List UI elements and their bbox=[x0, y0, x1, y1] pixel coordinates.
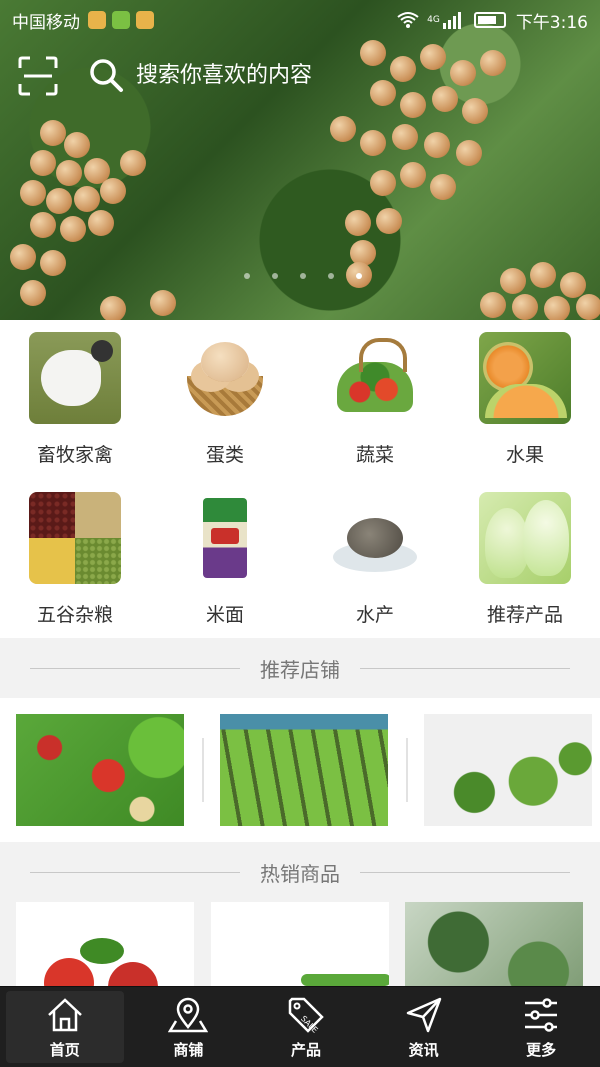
category-aquatic[interactable]: 水产 bbox=[300, 480, 450, 638]
store-card[interactable] bbox=[424, 714, 592, 826]
hero-banner[interactable] bbox=[0, 0, 600, 320]
carousel-dot[interactable] bbox=[300, 273, 306, 279]
carousel-dot[interactable] bbox=[356, 273, 362, 279]
section-header-hot: 热销商品 bbox=[0, 842, 600, 902]
category-label: 蛋类 bbox=[205, 444, 244, 466]
rice-image bbox=[179, 492, 271, 584]
carrier-name: 中国移动 bbox=[12, 12, 80, 33]
sale-tag-icon: SALE bbox=[288, 997, 324, 1034]
map-pin-icon bbox=[168, 997, 209, 1032]
search-bar[interactable] bbox=[88, 50, 558, 100]
fruit-image bbox=[479, 332, 571, 424]
notification-app-icon bbox=[88, 11, 106, 29]
category-recommended[interactable]: 推荐产品 bbox=[450, 480, 600, 638]
category-eggs[interactable]: 蛋类 bbox=[150, 320, 300, 480]
section-title: 推荐店铺 bbox=[260, 657, 340, 682]
tab-label: 更多 bbox=[526, 1040, 557, 1059]
clock: 下午3:16 bbox=[515, 12, 588, 33]
aquatic-image bbox=[329, 492, 421, 584]
send-icon bbox=[406, 997, 441, 1032]
bottom-tab-bar: 首页 商铺 SALE 产品 资讯 更多 bbox=[0, 986, 600, 1067]
category-grid: 畜牧家禽 蛋类 蔬菜 水果 五谷杂粮 米面 水产 推荐产品 bbox=[0, 320, 600, 638]
category-fruit[interactable]: 水果 bbox=[450, 320, 600, 480]
eggs-image bbox=[179, 332, 271, 424]
section-header-stores: 推荐店铺 bbox=[0, 638, 600, 698]
category-label: 畜牧家禽 bbox=[36, 444, 113, 466]
vegetables-image bbox=[329, 332, 421, 424]
hot-products bbox=[0, 902, 600, 986]
product-card[interactable] bbox=[16, 902, 194, 986]
store-card[interactable] bbox=[16, 714, 184, 826]
category-label: 水果 bbox=[505, 444, 544, 466]
product-card[interactable] bbox=[211, 902, 389, 986]
category-label: 米面 bbox=[205, 604, 244, 626]
grains-image bbox=[29, 492, 121, 584]
category-label: 水产 bbox=[355, 604, 394, 626]
poultry-image bbox=[29, 332, 121, 424]
sliders-icon bbox=[525, 997, 558, 1032]
wifi-icon bbox=[397, 11, 419, 29]
tab-label: 资讯 bbox=[408, 1040, 439, 1059]
recommended-stores bbox=[0, 698, 600, 842]
signal-icon: 4G bbox=[427, 11, 464, 29]
category-label: 推荐产品 bbox=[486, 604, 563, 626]
tab-news[interactable]: 资讯 bbox=[365, 987, 483, 1067]
carousel-indicator bbox=[244, 273, 362, 279]
tab-label: 商铺 bbox=[173, 1040, 204, 1059]
recommended-image bbox=[479, 492, 571, 584]
carousel-dot[interactable] bbox=[272, 273, 278, 279]
divider bbox=[406, 738, 408, 802]
category-rice[interactable]: 米面 bbox=[150, 480, 300, 638]
notification-app-icon bbox=[136, 11, 154, 29]
carousel-dot[interactable] bbox=[328, 273, 334, 279]
tab-label: 首页 bbox=[49, 1040, 80, 1059]
search-input[interactable] bbox=[136, 62, 536, 88]
scan-button[interactable] bbox=[18, 56, 58, 96]
category-poultry[interactable]: 畜牧家禽 bbox=[0, 320, 150, 480]
status-bar: 中国移动 4G 下午3:16 bbox=[0, 0, 600, 40]
scan-icon bbox=[18, 56, 58, 96]
tab-label: 产品 bbox=[290, 1040, 321, 1059]
category-label: 蔬菜 bbox=[355, 444, 394, 466]
section-title: 热销商品 bbox=[260, 861, 340, 886]
category-vegetables[interactable]: 蔬菜 bbox=[300, 320, 450, 480]
notification-app-icon bbox=[112, 11, 130, 29]
category-label: 五谷杂粮 bbox=[36, 604, 113, 626]
store-card[interactable] bbox=[220, 714, 388, 826]
tab-home[interactable]: 首页 bbox=[6, 991, 124, 1063]
tab-stores[interactable]: 商铺 bbox=[130, 987, 248, 1067]
carousel-dot[interactable] bbox=[244, 273, 250, 279]
tab-more[interactable]: 更多 bbox=[482, 987, 600, 1067]
product-card[interactable] bbox=[405, 902, 583, 986]
divider bbox=[202, 738, 204, 802]
category-grains[interactable]: 五谷杂粮 bbox=[0, 480, 150, 638]
tab-products[interactable]: SALE 产品 bbox=[247, 987, 365, 1067]
battery-icon bbox=[473, 12, 506, 28]
home-icon bbox=[47, 997, 82, 1031]
search-icon bbox=[90, 59, 123, 92]
network-type: 4G bbox=[427, 15, 440, 25]
